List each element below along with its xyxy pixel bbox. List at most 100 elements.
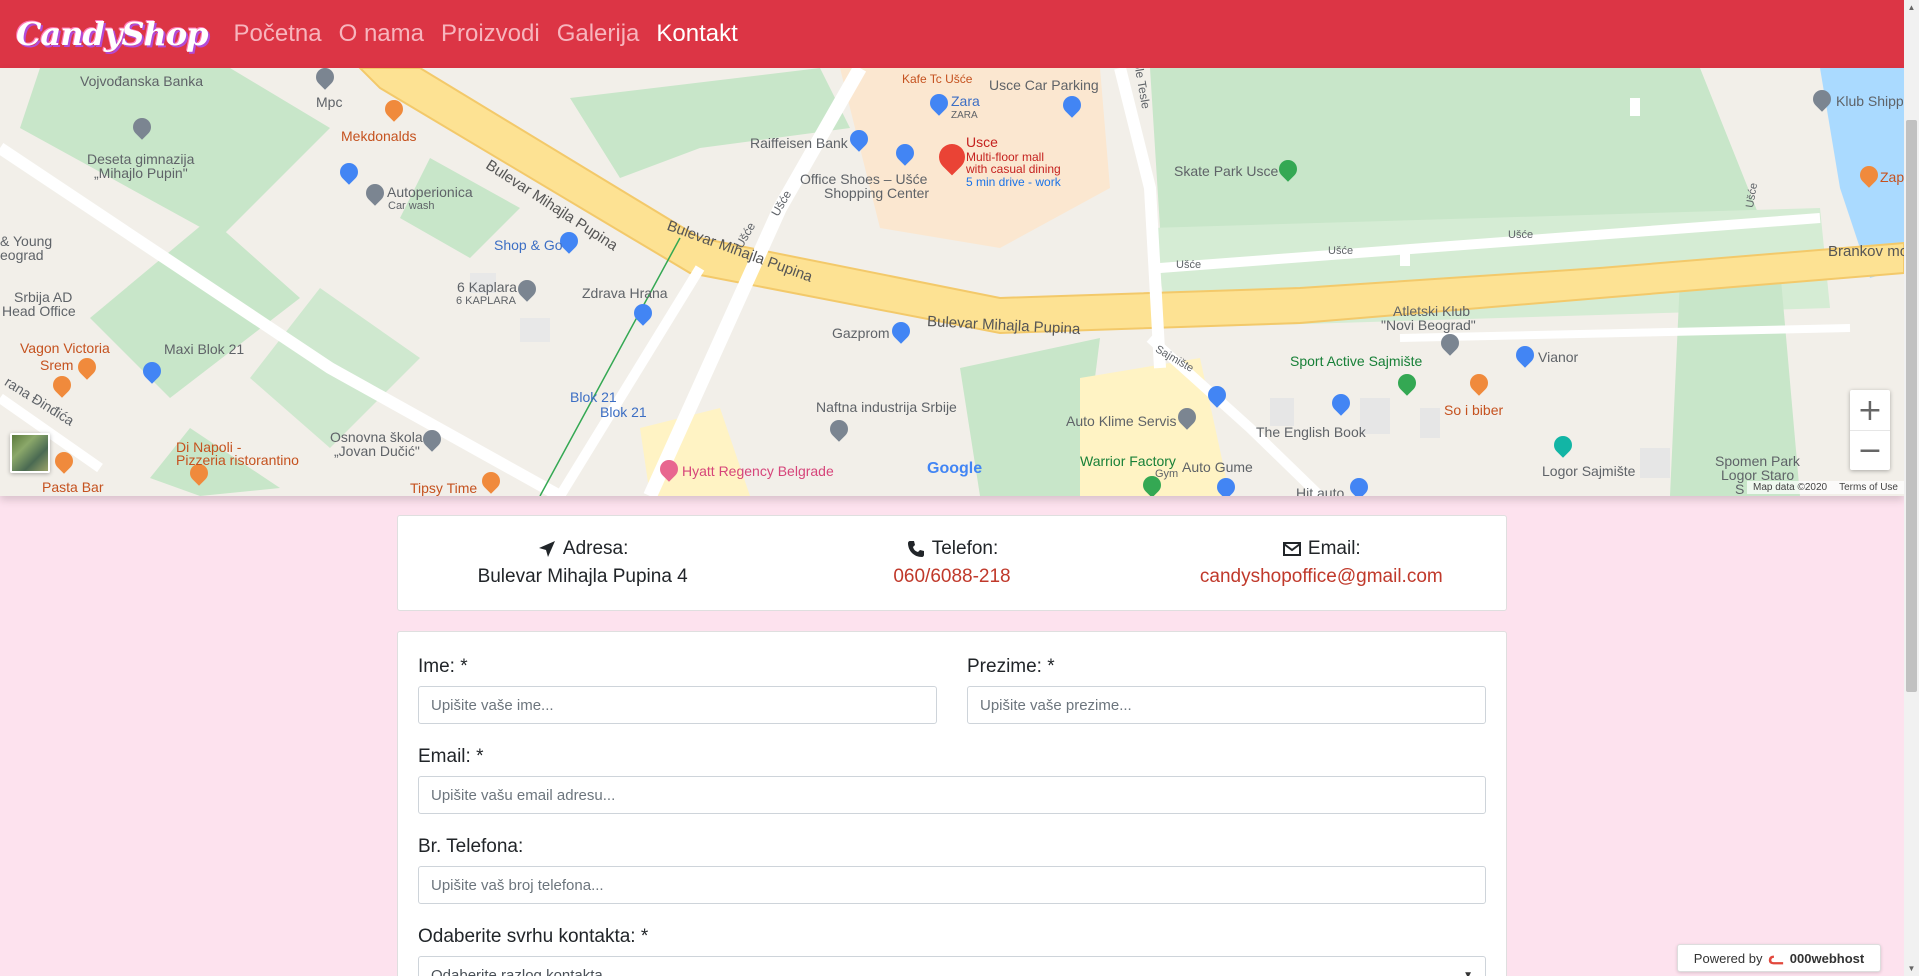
zoom-in-button[interactable]: +	[1850, 390, 1890, 430]
scroll-down-icon[interactable]: ▼	[1904, 961, 1919, 976]
webhost-brand: 000webhost	[1789, 950, 1865, 966]
map-label: Raiffeisen Bank	[750, 135, 848, 151]
last-name-group: Prezime: *	[967, 656, 1486, 724]
last-name-label: Prezime: *	[967, 656, 1055, 677]
purpose-label: Odaberite svrhu kontakta: *	[418, 926, 649, 947]
map-label: So i biber	[1444, 402, 1504, 418]
purpose-group: Odaberite svrhu kontakta: * Odaberite ra…	[418, 926, 1486, 976]
map-label: Skate Park Usce	[1174, 163, 1279, 179]
contact-form: Ime: * Prezime: * Email: * Br. Telefona:…	[397, 631, 1507, 976]
map-label: Pizzeria ristorantino	[176, 452, 299, 468]
email-input[interactable]	[418, 776, 1486, 814]
webhost-logo-icon: ᓚ	[1768, 947, 1784, 968]
map-label: Blok 21	[570, 389, 617, 405]
email-link[interactable]: candyshopoffice@gmail.com	[1200, 566, 1443, 588]
map-label: Sport Active Sajmište	[1290, 353, 1423, 369]
map-label: Vagon Victoria	[20, 340, 110, 356]
map-label: Hit auto	[1296, 485, 1345, 497]
map-label: „Jovan Dučić"	[334, 443, 420, 459]
navbar: CandyShop Početna O nama Proizvodi Galer…	[0, 0, 1904, 68]
scroll-up-icon[interactable]: ▲	[1904, 0, 1919, 15]
zoom-out-button[interactable]: −	[1850, 430, 1890, 470]
map-label: Srem	[40, 357, 74, 373]
map-label: Head Office	[2, 303, 76, 319]
phone-group: Br. Telefona:	[418, 836, 1486, 904]
map-label: Usce	[966, 134, 998, 150]
nav-link-o-nama[interactable]: O nama	[339, 20, 424, 48]
map-data-text: Map data ©2020	[1753, 482, 1828, 493]
map-label: Vojvođanska Banka	[80, 73, 203, 89]
phone-icon	[907, 541, 924, 557]
powered-by-text: Powered by	[1693, 950, 1763, 966]
map-label: ZARA	[951, 110, 978, 121]
chevron-down-icon: ▼	[1463, 969, 1473, 976]
phone-column: Telefon: 060/6088-218	[767, 516, 1136, 610]
first-name-label: Ime: *	[418, 656, 468, 677]
map-label: Blok 21	[600, 404, 647, 420]
contact-info-card: Adresa: Bulevar Mihajla Pupina 4 Telefon…	[397, 515, 1507, 611]
address-label: Adresa:	[562, 538, 629, 559]
map-label: Gym	[1155, 468, 1179, 480]
map-label: Hyatt Regency Belgrade	[682, 463, 834, 479]
map-label: with casual dining	[966, 162, 1061, 176]
nav-link-kontakt[interactable]: Kontakt	[656, 20, 737, 48]
map-label: 5 min drive - work	[966, 175, 1061, 189]
map-label: Tipsy Time	[410, 480, 478, 496]
envelope-icon	[1282, 542, 1301, 556]
map-label: Shop & Go	[494, 237, 563, 253]
email-field-label: Email: *	[418, 746, 484, 767]
nav-link-galerija[interactable]: Galerija	[557, 20, 640, 48]
map-label: Car wash	[388, 200, 435, 212]
page-scrollbar[interactable]: ▲ ▼	[1904, 0, 1919, 976]
scrollbar-thumb[interactable]	[1906, 120, 1917, 692]
map-label: „Mihajlo Pupin"	[94, 165, 188, 181]
map-label: Vianor	[1538, 349, 1579, 365]
webhost-badge[interactable]: Powered by ᓚ 000webhost	[1677, 944, 1881, 972]
map-label: Zara	[951, 93, 980, 109]
map-label: The English Book	[1256, 424, 1366, 440]
location-arrow-icon	[538, 541, 555, 557]
name-row: Ime: * Prezime: *	[418, 656, 1486, 746]
map-label: Klub Shipp	[1836, 93, 1904, 109]
map-label: Usce Car Parking	[989, 77, 1099, 93]
phone-field-label: Br. Telefona:	[418, 836, 524, 857]
map-label: "Novi Beograd"	[1381, 317, 1476, 333]
map-label: Maxi Blok 21	[164, 341, 245, 357]
google-map[interactable]: Vojvođanska Banka Mpc Mekdonalds Deseta …	[0, 68, 1904, 496]
map-label: Zap	[1880, 169, 1904, 185]
zoom-control: + −	[1850, 390, 1890, 470]
nav-link-pocetna[interactable]: Početna	[234, 20, 322, 48]
phone-link[interactable]: 060/6088-218	[893, 566, 1010, 588]
map-label: eograd	[0, 247, 44, 263]
map-label: Ušće	[1328, 245, 1354, 257]
purpose-selected-value: Odaberite razlog kontakta	[431, 966, 603, 976]
map-attribution: Map data ©2020 Terms of Use	[1747, 481, 1904, 494]
map-label: Logor Sajmište	[1542, 463, 1636, 479]
terms-of-use-link[interactable]: Terms of Use	[1839, 482, 1898, 493]
map-label: Mpc	[316, 94, 343, 110]
map-label: Auto Klime Servis	[1066, 413, 1177, 429]
map-label: Gazprom	[832, 325, 890, 341]
satellite-toggle-button[interactable]	[10, 433, 50, 473]
map-label: Autoperionica	[387, 184, 473, 200]
last-name-input[interactable]	[967, 686, 1486, 724]
nav-link-proizvodi[interactable]: Proizvodi	[441, 20, 540, 48]
email-heading: Email:	[1282, 538, 1361, 560]
map-label: Ušće	[1176, 259, 1202, 271]
google-logo: Google	[927, 460, 983, 477]
first-name-group: Ime: *	[418, 656, 937, 724]
email-label: Email:	[1307, 538, 1361, 559]
phone-heading: Telefon:	[906, 538, 998, 560]
first-name-input[interactable]	[418, 686, 937, 724]
map-label: Pasta Bar	[42, 479, 104, 495]
phone-input[interactable]	[418, 866, 1486, 904]
map-label: Kafe Tc Ušće	[902, 72, 973, 86]
email-group: Email: *	[418, 746, 1486, 814]
purpose-select[interactable]: Odaberite razlog kontakta ▼	[418, 956, 1486, 976]
map-label: Ušće	[1508, 229, 1534, 241]
map-label: Zdrava Hrana	[582, 285, 668, 301]
address-column: Adresa: Bulevar Mihajla Pupina 4	[398, 516, 767, 610]
brand-logo[interactable]: CandyShop	[16, 15, 209, 53]
map-label: Naftna industrija Srbije	[816, 399, 957, 415]
map-label: S	[1735, 481, 1745, 497]
